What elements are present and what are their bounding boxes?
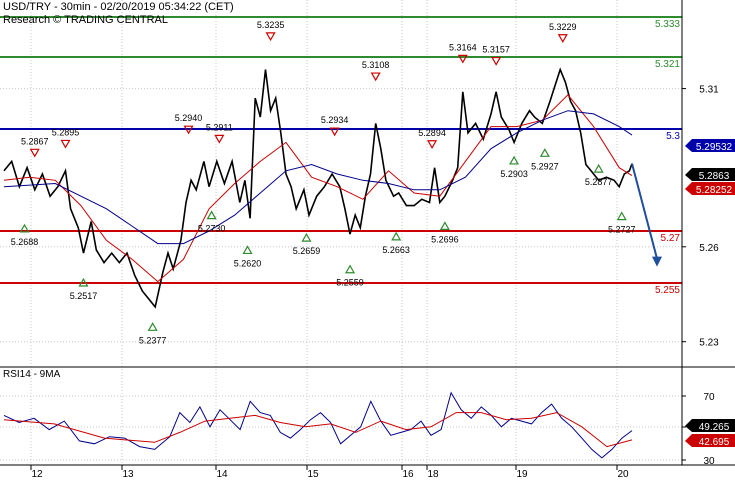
x-tick-label: 15: [307, 469, 319, 480]
level-label-pivot: 5.3: [666, 131, 680, 142]
high-marker: [60, 139, 71, 149]
low-marker: [539, 148, 550, 157]
annotation-label: 5.2927: [531, 161, 559, 171]
y-tick-label: 5.26: [699, 243, 719, 254]
low-marker: [509, 155, 520, 165]
level-label-resistance: 5.333: [655, 19, 680, 30]
series-ma-slow: [3, 110, 633, 245]
annotation-label: 5.3108: [362, 60, 390, 70]
annotation-label: 5.2377: [139, 335, 167, 345]
low-marker: [593, 163, 604, 173]
annotation-label: 5.2688: [11, 237, 39, 247]
x-tick-label: 12: [31, 469, 43, 480]
annotation-label: 5.2517: [70, 291, 98, 301]
x-tick-label: 16: [402, 469, 414, 480]
annotation-label: 5.3229: [549, 22, 577, 32]
annotation-layer: 5.28675.28955.26885.25175.23775.29405.29…: [11, 20, 662, 345]
annotation-label: 5.2727: [608, 225, 636, 235]
rsi-tick-label: 70: [703, 392, 715, 403]
annotation-label: 5.2730: [198, 224, 226, 234]
level-label-support: 5.255: [655, 285, 680, 296]
chart-subtitle: Research © TRADING CENTRAL: [3, 14, 168, 26]
level-label-support: 5.27: [661, 233, 681, 244]
low-marker: [301, 232, 312, 242]
annotation-label: 5.2934: [321, 115, 349, 125]
chart-title: USD/TRY - 30min - 02/20/2019 05:34:22 (C…: [3, 1, 234, 13]
x-tick-label: 20: [617, 469, 629, 480]
rsi-value-tag-pointer: [685, 419, 692, 432]
level-label-resistance: 5.321: [655, 59, 680, 70]
low-marker: [206, 210, 217, 220]
annotation-label: 5.2877: [585, 177, 613, 187]
y-tick-label: 5.23: [699, 338, 719, 349]
annotation-label: 5.2895: [52, 127, 80, 137]
chart-root: 5.333 5.321 5.3 5.27 5.255 5.2867 5.2895 5.268…: [0, 0, 735, 480]
high-marker: [491, 56, 502, 66]
high-marker: [214, 134, 225, 144]
low-marker: [391, 231, 402, 241]
forecast-arrow-head: [652, 256, 662, 267]
series-price: [3, 67, 633, 309]
low-marker: [345, 264, 356, 274]
axis-layer: 5.315.265.231213141516181920705030: [0, 0, 735, 480]
rsi-ma-value-tag-label: 42.695: [699, 437, 730, 448]
annotation-label: 5.2696: [431, 234, 459, 244]
y-tick-label: 5.31: [699, 85, 719, 96]
high-marker: [370, 72, 381, 82]
annotation-label: 5.2663: [382, 245, 410, 255]
x-tick-label: 13: [122, 469, 134, 480]
rsi-ma-value-tag-pointer: [685, 434, 692, 447]
low-marker: [242, 245, 253, 255]
annotation-label: 5.2659: [293, 246, 321, 256]
rsi-tick-label: 30: [703, 456, 715, 467]
price-tag-label-pivot: 5.29532: [696, 142, 733, 153]
annotation-label: 5.2940: [175, 113, 203, 123]
rsi-title: RSI14 - 9MA: [3, 369, 61, 380]
annotation-label: 5.2911: [206, 122, 233, 132]
annotation-label: 5.2559: [336, 278, 364, 288]
price-tag-pointer-price: [685, 168, 692, 181]
annotation-label: 5.3164: [449, 42, 477, 52]
x-tick-label: 14: [216, 469, 228, 480]
rsi-value-tag-label: 49.265: [699, 422, 730, 433]
high-marker: [557, 34, 568, 43]
forecast-arrow-shaft: [631, 163, 658, 259]
annotation-label: 5.2894: [418, 128, 446, 138]
series-layer: [3, 67, 633, 459]
annotation-label: 5.3157: [482, 45, 510, 55]
price-tag-label-price: 5.2863: [699, 171, 730, 182]
chart-svg: 5.333 5.321 5.3 5.27 5.255 5.28675.2895 5.268…: [0, 0, 735, 480]
low-marker: [147, 322, 158, 331]
level-layer: 5.333 5.321 5.3 5.27 5.255: [0, 16, 682, 296]
high-marker: [29, 148, 40, 158]
high-marker: [427, 140, 438, 149]
x-tick-label: 18: [427, 469, 439, 480]
low-marker: [439, 221, 450, 231]
annotation-label: 5.2620: [234, 258, 262, 268]
price-tag-label-ma: 5.28252: [696, 185, 733, 196]
low-marker: [616, 211, 627, 221]
annotation-label: 5.3235: [257, 20, 285, 30]
annotation-label: 5.2903: [500, 169, 528, 179]
x-tick-label: 19: [516, 469, 528, 480]
annotation-label: 5.2867: [21, 136, 49, 146]
grid-layer: [0, 0, 682, 465]
high-marker: [265, 32, 276, 42]
price-tag-pointer-ma: [685, 182, 692, 195]
price-tag-pointer-pivot: [685, 139, 692, 152]
